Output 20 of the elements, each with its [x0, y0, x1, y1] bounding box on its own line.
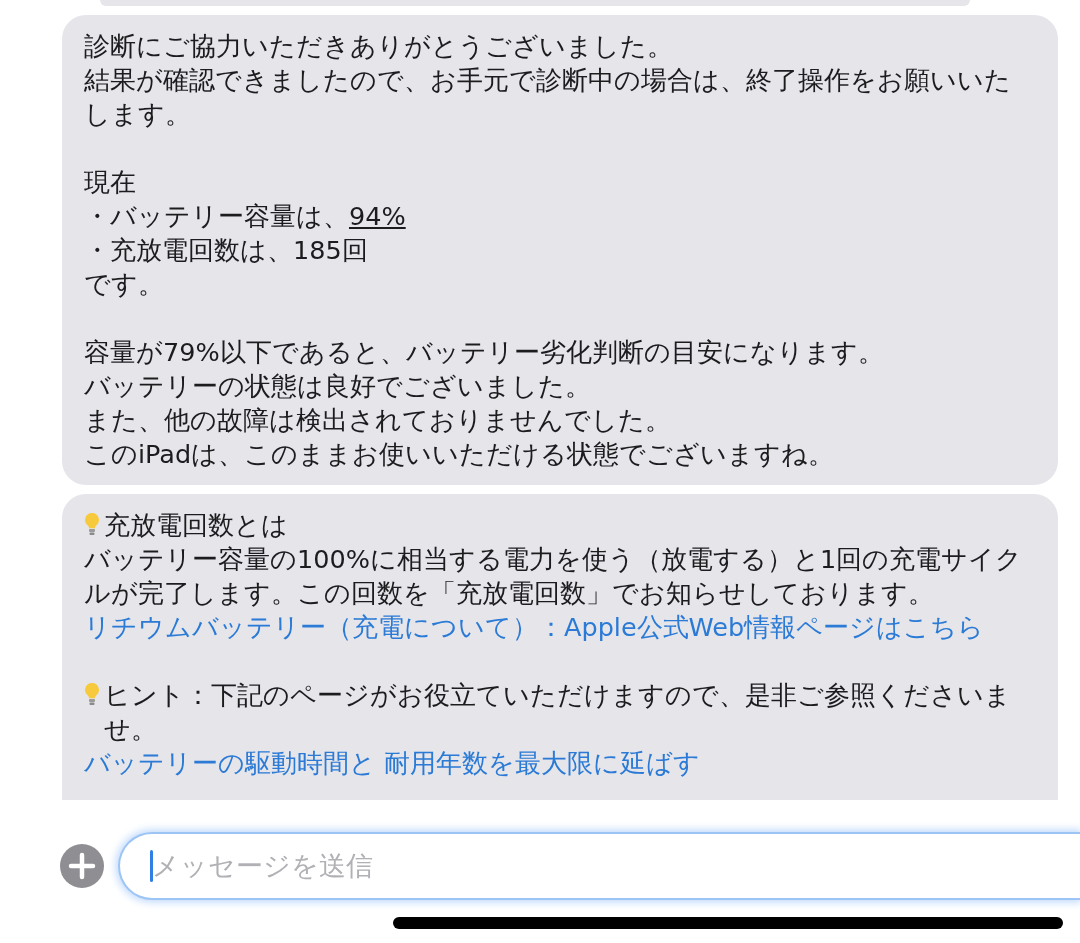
message-text: 結果が確認できましたので、お手元で診断中の場合は、終了操作をお願いいたします。 [84, 64, 1012, 131]
message-text: また、他の故障は検出されておりませんでした。 [84, 404, 672, 437]
message-text: ・充放電回数は、185回 [84, 234, 369, 267]
text-cursor [150, 849, 153, 882]
message-text: 現在 [84, 166, 137, 199]
message-text: です。 [84, 268, 165, 301]
message-text: バッテリー容量の100%に相当する電力を使う（放電する）と1回の充電サイクルが完了します。この回数を「充放電回数」でお知らせしております。 [84, 543, 1024, 610]
add-icon[interactable] [60, 843, 104, 888]
lightbulb-icon [84, 682, 100, 708]
web-link[interactable]: バッテリーの駆動時間と 耐用年数を最大限に延ばす [84, 746, 1024, 780]
message-text: 診断にご協力いただきありがとうございました。 [84, 30, 674, 63]
message-text: このiPadは、このままお使いいただける状態でございますね。 [84, 438, 836, 471]
message-text: 容量が79%以下であると、バッテリー劣化判断の目安になります。 [84, 336, 885, 369]
tip-text: 充放電回数とは [104, 509, 288, 542]
message-text: バッテリーの状態は良好でございました。 [84, 370, 592, 403]
message-text: ・バッテリー容量は、94% [84, 200, 407, 233]
tip-text: ヒント：下記のページがお役立ていただけますので、是非ご参照くださいませ。 [104, 679, 1012, 746]
lightbulb-icon [84, 512, 100, 538]
web-link[interactable]: リチウムバッテリー（充電について）：Apple公式Web情報ページはこちら [84, 610, 1024, 644]
message-field[interactable]: メッセージを送信 [118, 831, 1080, 900]
